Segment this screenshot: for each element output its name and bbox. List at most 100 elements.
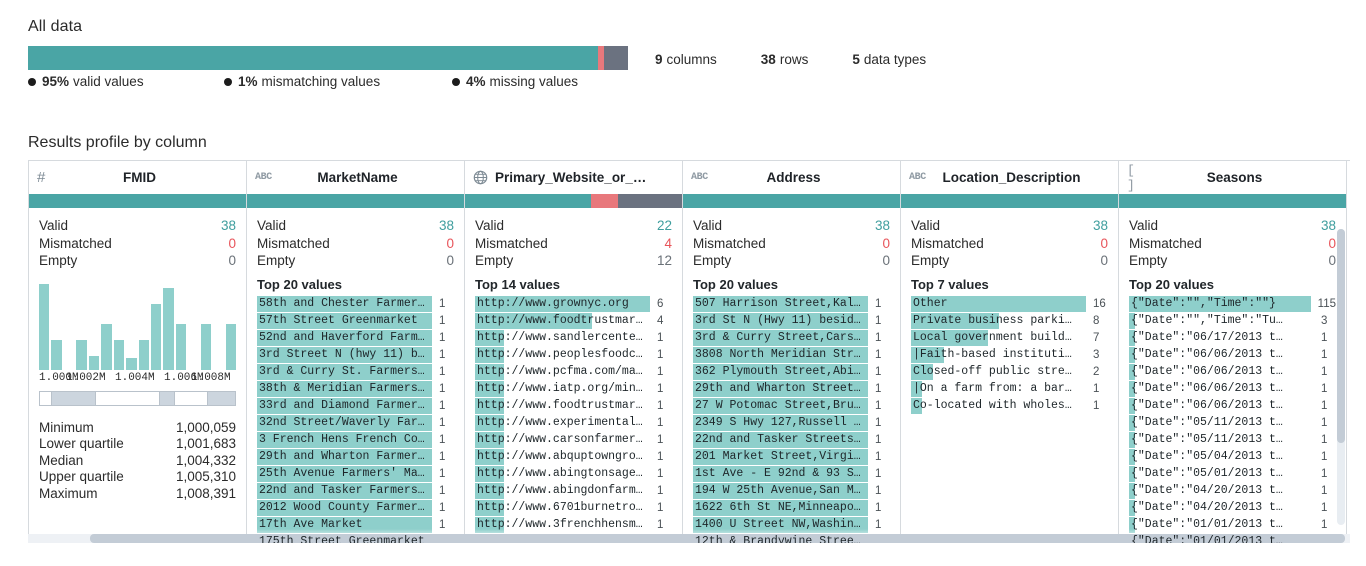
top-value-row[interactable]: {"Date":"05/04/2013 t… 1 xyxy=(1129,449,1336,466)
top-value-row[interactable]: {"Date":"","Time":"Tu… 3 xyxy=(1129,313,1336,330)
top-value-row[interactable]: 362 Plymouth Street,Abi… 1 xyxy=(693,364,890,381)
top-value-row[interactable]: Local government build… 7 xyxy=(911,330,1108,347)
profile-column-primary_website_or_url[interactable]: Primary_Website_or_URL Valid 22 Mismatched 4… xyxy=(465,161,683,543)
top-value-count: 1 xyxy=(875,502,882,514)
top-value-row[interactable]: {"Date":"05/11/2013 t… 1 xyxy=(1129,415,1336,432)
top-value-row[interactable]: {"Date":"06/06/2013 t… 1 xyxy=(1129,364,1336,381)
top-value-row[interactable]: 22nd and Tasker Farmers… 1 xyxy=(257,483,454,500)
top-value-row[interactable]: 201 Market Street,Virgi… 1 xyxy=(693,449,890,466)
top-value-row[interactable]: 22nd and Tasker Streets… 1 xyxy=(693,432,890,449)
top-value-row[interactable]: {"Date":"04/20/2013 t… 1 xyxy=(1129,500,1336,517)
top-value-row[interactable]: 3rd & Curry Street,Cars… 1 xyxy=(693,330,890,347)
column-header[interactable]: ABC MarketName xyxy=(247,161,464,194)
histogram-range-slider[interactable] xyxy=(39,390,236,406)
top-value-row[interactable]: {"Date":"","Time":""} 115 xyxy=(1129,296,1336,313)
column-vertical-scrollbar[interactable] xyxy=(1337,229,1345,525)
top-value-row[interactable]: 507 Harrison Street,Kal… 1 xyxy=(693,296,890,313)
top-value-row[interactable]: 58th and Chester Farmer… 1 xyxy=(257,296,454,313)
top-value-row[interactable]: 1400 U Street NW,Washin… 1 xyxy=(693,517,890,534)
profile-column-marketname[interactable]: ABC MarketName Valid 38 Mismatched 0 Empty 0 Top… xyxy=(247,161,465,543)
top-value-row[interactable]: http://www.peoplesfoodc… 1 xyxy=(475,347,672,364)
top-value-row[interactable]: {"Date":"05/11/2013 t… 1 xyxy=(1129,432,1336,449)
top-value-row[interactable]: 29th and Wharton Street… 1 xyxy=(693,381,890,398)
column-header[interactable]: ABC Address xyxy=(683,161,900,194)
top-value-row[interactable]: 12th & Brandywine Stree…1 xyxy=(693,534,890,543)
top-value-row[interactable]: {"Date":"01/01/2013 t…1 xyxy=(1129,534,1336,543)
top-value-row[interactable]: {"Date":"06/06/2013 t… 1 xyxy=(1129,381,1336,398)
top-value-row[interactable]: {"Date":"06/06/2013 t… 1 xyxy=(1129,398,1336,415)
range-slider-segment[interactable] xyxy=(159,391,174,405)
top-value-row[interactable]: http://www.grownyc.org 6 xyxy=(475,296,672,313)
top-value-bar-wrap: 32nd Street/Waverly Far… xyxy=(257,415,432,431)
top-value-row[interactable]: 194 W 25th Avenue,San M… 1 xyxy=(693,483,890,500)
top-value-row[interactable]: http://www.abquptowngro… 1 xyxy=(475,449,672,466)
top-value-row[interactable]: 3rd St N (Hwy 11) besid… 1 xyxy=(693,313,890,330)
column-header[interactable]: # FMID xyxy=(29,161,246,194)
top-value-row[interactable]: Other 16 xyxy=(911,296,1108,313)
column-vertical-scrollbar-thumb[interactable] xyxy=(1337,229,1345,443)
range-slider-segment[interactable] xyxy=(40,391,51,405)
top-value-row[interactable]: http://www.abingtonsage… 1 xyxy=(475,466,672,483)
top-value-bar-wrap: {"Date":"05/01/2013 t… xyxy=(1129,466,1314,482)
top-value-bar-wrap: |Faith-based instituti… xyxy=(911,347,1086,363)
top-value-row[interactable]: |Faith-based instituti… 3 xyxy=(911,347,1108,364)
top-value-row[interactable]: {"Date":"06/06/2013 t… 1 xyxy=(1129,347,1336,364)
top-value-row[interactable]: http://www.iatp.org/min… 1 xyxy=(475,381,672,398)
top-value-row[interactable]: |On a farm from: a bar… 1 xyxy=(911,381,1108,398)
range-slider-segment[interactable] xyxy=(95,391,159,405)
top-value-row[interactable]: 175th Street Greenmarket1 xyxy=(257,534,454,543)
top-value-row[interactable]: {"Date":"04/20/2013 t… 1 xyxy=(1129,483,1336,500)
top-value-row[interactable]: 1st Ave - E 92nd & 93 S… 1 xyxy=(693,466,890,483)
top-value-row[interactable]: http://www.foodtrustmar… 1 xyxy=(475,398,672,415)
top-value-row[interactable]: 29th and Wharton Farmer… 1 xyxy=(257,449,454,466)
histogram-axis: 1.000M 1.002M 1.004M 1.006M 1.008M xyxy=(39,372,236,388)
top-value-row[interactable]: 52nd and Haverford Farm… 1 xyxy=(257,330,454,347)
top-value-row[interactable]: http://www.6701burnetro… 1 xyxy=(475,500,672,517)
top-value-text: 201 Market Street,Virgi… xyxy=(695,450,861,463)
range-slider-segment[interactable] xyxy=(174,391,208,405)
profile-column-location_description[interactable]: ABC Location_Description Valid 38 Mismatched… xyxy=(901,161,1119,543)
top-value-row[interactable]: 3rd & Curry St. Farmers… 1 xyxy=(257,364,454,381)
top-value-row[interactable]: 57th Street Greenmarket 1 xyxy=(257,313,454,330)
top-value-row[interactable]: 27 W Potomac Street,Bru… 1 xyxy=(693,398,890,415)
valid-stat-label: Valid xyxy=(475,218,505,233)
top-value-row[interactable]: 33rd and Diamond Farmer… 1 xyxy=(257,398,454,415)
top-value-row[interactable]: http://www.foodtrustmar… 4 xyxy=(475,313,672,330)
column-header[interactable]: [ ] Seasons xyxy=(1119,161,1346,194)
top-value-row[interactable]: http://www.pcfma.com/ma… 1 xyxy=(475,364,672,381)
top-value-row[interactable]: Private business parki… 8 xyxy=(911,313,1108,330)
top-value-row[interactable]: 17th Ave Market 1 xyxy=(257,517,454,534)
column-header[interactable]: Primary_Website_or_URL xyxy=(465,161,682,194)
histogram-bar xyxy=(39,283,50,370)
top-value-row[interactable]: 3 French Hens French Co… 1 xyxy=(257,432,454,449)
profile-column-fmid[interactable]: # FMID Valid 38 Mismatched 0 Empty 0 1.000M 1.002… xyxy=(29,161,247,543)
range-slider-segment[interactable] xyxy=(208,391,236,405)
top-value-row[interactable]: 2349 S Hwy 127,Russell … 1 xyxy=(693,415,890,432)
top-value-row[interactable]: 25th Avenue Farmers' Ma… 1 xyxy=(257,466,454,483)
top-value-count: 1 xyxy=(657,434,664,446)
top-value-row[interactable]: 1622 6th St NE,Minneapo… 1 xyxy=(693,500,890,517)
top-value-row[interactable]: Co-located with wholes… 1 xyxy=(911,398,1108,415)
top-value-row[interactable]: http://www.sandlercente… 1 xyxy=(475,330,672,347)
profile-column-seasons[interactable]: [ ] Seasons Valid 38 Mismatched 0 Empty 0 Top 20… xyxy=(1119,161,1347,543)
mismatched-stat-value: 0 xyxy=(882,235,890,251)
top-value-row[interactable]: {"Date":"06/17/2013 t… 1 xyxy=(1129,330,1336,347)
top-value-row[interactable]: 3808 North Meridian Str… 1 xyxy=(693,347,890,364)
top-value-row[interactable]: http://www.carsonfarmer… 1 xyxy=(475,432,672,449)
top-value-row[interactable]: 38th & Meridian Farmers… 1 xyxy=(257,381,454,398)
column-header[interactable]: ABC Location_Description xyxy=(901,161,1118,194)
top-value-row[interactable]: http://www.abingdonfarm… 1 xyxy=(475,483,672,500)
top-value-row[interactable]: {"Date":"05/01/2013 t… 1 xyxy=(1129,466,1336,483)
top-value-row[interactable]: http://www.experimental… 1 xyxy=(475,415,672,432)
top-value-row[interactable]: {"Date":"01/01/2013 t…1 xyxy=(1129,517,1336,534)
top-value-count: 3 xyxy=(1093,349,1100,361)
top-value-bar-wrap: 3rd St N (Hwy 11) besid… xyxy=(693,313,868,329)
top-value-row[interactable]: 3rd Street N (hwy 11) b… 1 xyxy=(257,347,454,364)
profile-column-address[interactable]: ABC Address Valid 38 Mismatched 0 Empty 0 Top 20… xyxy=(683,161,901,543)
top-value-row[interactable]: Closed-off public stre… 2 xyxy=(911,364,1108,381)
top-value-row[interactable]: http://www.3frenchhensm… 1 xyxy=(475,517,672,534)
top-value-row[interactable]: 32nd Street/Waverly Far… 1 xyxy=(257,415,454,432)
top-value-count: 1 xyxy=(439,417,446,429)
top-value-row[interactable]: 2012 Wood County Farmer… 1 xyxy=(257,500,454,517)
range-slider-segment[interactable] xyxy=(51,391,95,405)
